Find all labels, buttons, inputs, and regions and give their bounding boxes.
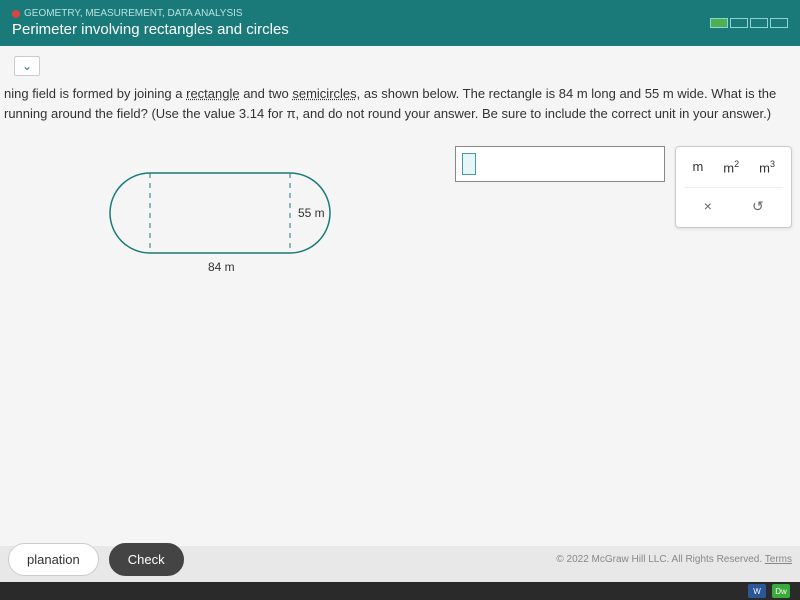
taskbar: W Dw	[0, 582, 800, 600]
taskbar-dw-icon[interactable]: Dw	[772, 584, 790, 598]
taskbar-word-icon[interactable]: W	[748, 584, 766, 598]
lesson-title: Perimeter involving rectangles and circl…	[12, 21, 289, 38]
header-text: GEOMETRY, MEASUREMENT, DATA ANALYSIS Per…	[12, 8, 289, 38]
progress-segment	[770, 18, 788, 28]
category-text: GEOMETRY, MEASUREMENT, DATA ANALYSIS	[24, 8, 243, 19]
progress-segment	[730, 18, 748, 28]
problem-fragment: ning field is formed by joining a	[4, 86, 186, 101]
copyright: © 2022 McGraw Hill LLC. All Rights Reser…	[556, 554, 792, 565]
answer-row: m m2 m3 × ↺	[455, 146, 792, 228]
unit-m2-button[interactable]: m2	[723, 159, 739, 175]
progress-segment	[710, 18, 728, 28]
problem-fragment: and two	[240, 86, 293, 101]
progress-indicator	[710, 18, 788, 28]
clear-icon[interactable]: ×	[704, 198, 712, 215]
explanation-button[interactable]: planation	[8, 543, 99, 576]
problem-text: ning field is formed by joining a rectan…	[0, 84, 800, 123]
content-area: ⌄ ning field is formed by joining a rect…	[0, 46, 800, 546]
progress-segment	[750, 18, 768, 28]
height-label: 55 m	[298, 206, 325, 220]
problem-fragment: , as shown below. The rectangle is 84 m …	[357, 86, 777, 101]
stadium-outline	[110, 173, 330, 253]
chevron-down-icon: ⌄	[22, 59, 32, 73]
input-cursor-box	[462, 153, 476, 175]
bottom-left: planation Check	[8, 543, 184, 576]
category-label: GEOMETRY, MEASUREMENT, DATA ANALYSIS	[12, 8, 289, 19]
bottom-bar: planation Check © 2022 McGraw Hill LLC. …	[0, 543, 800, 576]
answer-input[interactable]	[455, 146, 665, 182]
unit-m-button[interactable]: m	[692, 159, 703, 175]
check-button[interactable]: Check	[109, 543, 184, 576]
expand-toggle-button[interactable]: ⌄	[14, 56, 40, 76]
unit-m3-button[interactable]: m3	[759, 159, 775, 175]
undo-icon[interactable]: ↺	[752, 198, 764, 215]
unit-panel: m m2 m3 × ↺	[675, 146, 792, 228]
terms-link[interactable]: Terms	[765, 554, 792, 565]
lesson-header: GEOMETRY, MEASUREMENT, DATA ANALYSIS Per…	[0, 0, 800, 46]
width-label: 84 m	[208, 260, 235, 274]
unit-row: m m2 m3	[684, 155, 783, 179]
term-semicircles[interactable]: semicircles	[292, 86, 356, 101]
category-dot-icon	[12, 10, 20, 18]
stadium-figure: 55 m 84 m	[100, 153, 360, 283]
tool-row: × ↺	[684, 187, 783, 219]
problem-fragment: running around the field? (Use the value…	[4, 106, 771, 121]
term-rectangle[interactable]: rectangle	[186, 86, 239, 101]
copyright-text: © 2022 McGraw Hill LLC. All Rights Reser…	[556, 554, 762, 565]
